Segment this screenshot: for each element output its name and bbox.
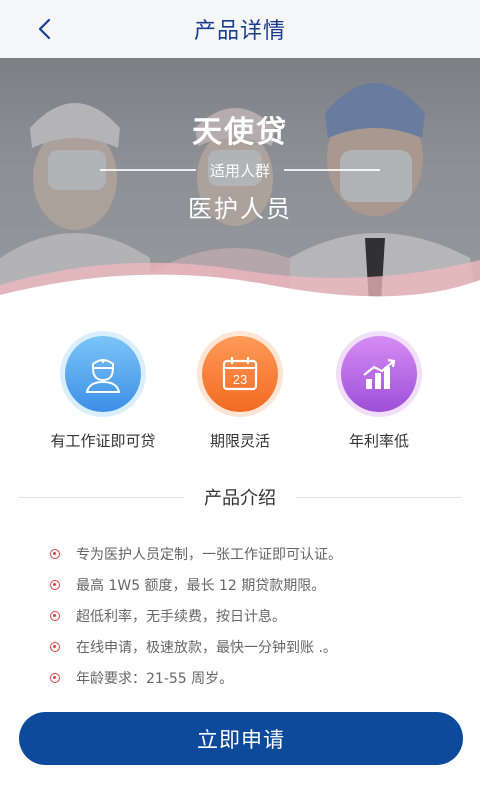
bullet-icon <box>50 579 60 590</box>
list-item: 超低利率，无手续费，按日计息。 <box>50 600 470 631</box>
divider-left <box>18 496 184 498</box>
list-item: 最高 1W5 额度，最长 12 期贷款期限。 <box>50 569 470 600</box>
feature-work-id: 有工作证即可贷 <box>33 336 173 451</box>
bullet-icon <box>50 672 60 683</box>
feature-row: 有工作证即可贷 23 期限灵活 年利率低 <box>0 330 480 450</box>
list-item-text: 专为医护人员定制，一张工作证即可认证。 <box>76 546 342 563</box>
chevron-left-icon <box>38 18 51 40</box>
hero-banner: 天使贷 适用人群 医护人员 <box>0 58 480 320</box>
banner-text-block: 天使贷 适用人群 医护人员 <box>0 113 480 224</box>
apply-now-button[interactable]: 立即申请 <box>19 712 463 765</box>
divider-right <box>296 496 462 498</box>
feature-flexible-term: 23 期限灵活 <box>170 336 310 451</box>
back-button[interactable] <box>30 14 60 44</box>
section-heading: 产品介绍 <box>18 482 462 512</box>
calendar-day: 23 <box>233 372 247 387</box>
divider-right <box>284 169 380 171</box>
target-audience: 医护人员 <box>188 195 292 223</box>
feature-icon-circle: 23 <box>202 336 278 412</box>
nurse-id-icon <box>85 359 121 393</box>
list-item: 年龄要求：21-55 周岁。 <box>50 662 470 693</box>
page-title: 产品详情 <box>193 19 286 44</box>
banner-subtitle-row: 适用人群 <box>0 157 480 183</box>
feature-label: 期限灵活 <box>209 432 270 450</box>
list-item: 专为医护人员定制，一张工作证即可认证。 <box>50 538 470 569</box>
list-item-text: 年龄要求：21-55 周岁。 <box>76 670 234 687</box>
bullet-icon <box>50 610 60 621</box>
feature-icon-circle <box>341 336 417 412</box>
product-intro-list: 专为医护人员定制，一张工作证即可认证。 最高 1W5 额度，最长 12 期贷款期… <box>50 538 470 693</box>
list-item-text: 超低利率，无手续费，按日计息。 <box>76 608 286 625</box>
section-title: 产品介绍 <box>204 488 276 509</box>
bar-chart-icon <box>363 358 396 389</box>
feature-label: 年利率低 <box>348 432 409 450</box>
top-nav-bar: 产品详情 <box>0 0 480 58</box>
feature-low-rate: 年利率低 <box>309 336 449 451</box>
bullet-icon <box>50 641 60 652</box>
list-item-text: 在线申请，极速放款，最快一分钟到账 .。 <box>76 639 337 656</box>
list-item-text: 最高 1W5 额度，最长 12 期贷款期限。 <box>76 577 326 594</box>
divider-left <box>99 169 196 171</box>
calendar-icon: 23 <box>222 357 258 391</box>
feature-label: 有工作证即可贷 <box>50 432 156 450</box>
feature-icon-circle <box>65 336 141 412</box>
list-item: 在线申请，极速放款，最快一分钟到账 .。 <box>50 631 470 662</box>
bullet-icon <box>50 548 60 559</box>
product-name: 天使贷 <box>192 115 288 150</box>
wave-decoration <box>0 260 480 320</box>
banner-subtitle: 适用人群 <box>209 161 270 180</box>
